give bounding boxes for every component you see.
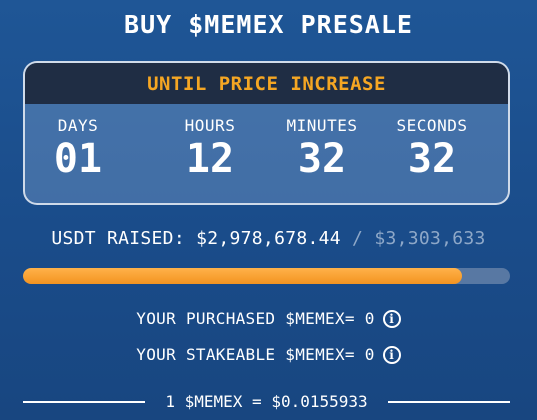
countdown-hours-label: HOURS [184, 116, 236, 135]
divider-left [23, 400, 146, 403]
usdt-raised: USDT RAISED: $2,978,678.44 / $3,303,633 [0, 228, 537, 249]
countdown-days: DAYS 01 [28, 116, 128, 181]
countdown-minutes: MINUTES 32 [272, 116, 372, 181]
stakeable-balance: YOUR STAKEABLE $MEMEX= 0 i [0, 345, 537, 364]
divider-right [387, 400, 511, 403]
presale-progress-fill [23, 268, 463, 284]
countdown-days-label: DAYS [57, 116, 99, 135]
countdown-seconds: SECONDS 32 [382, 116, 482, 181]
presale-widget: BUY $MEMEX PRESALE UNTIL PRICE INCREASE … [0, 0, 537, 420]
countdown-seconds-label: SECONDS [396, 116, 468, 135]
countdown-hours: HOURS 12 [160, 116, 260, 181]
countdown-minutes-label: MINUTES [286, 116, 358, 135]
usdt-raised-label: USDT RAISED: [51, 228, 185, 249]
token-price-row: 1 $MEMEX = $0.0155933 [23, 392, 511, 411]
presale-progress-bar [23, 268, 510, 284]
usdt-raised-amount: $2,978,678.44 [196, 228, 341, 249]
countdown-days-value: 01 [53, 136, 103, 182]
token-price: 1 $MEMEX = $0.0155933 [165, 392, 368, 411]
presale-title: BUY $MEMEX PRESALE [124, 10, 413, 39]
purchased-balance-text: YOUR PURCHASED $MEMEX= 0 [136, 309, 375, 328]
usdt-goal-amount: $3,303,633 [374, 228, 486, 249]
stakeable-balance-text: YOUR STAKEABLE $MEMEX= 0 [136, 345, 375, 364]
countdown-units: DAYS 01 HOURS 12 MINUTES 32 SECONDS 32 [25, 104, 508, 203]
countdown-seconds-value: 32 [407, 136, 457, 182]
info-icon[interactable]: i [382, 309, 401, 328]
countdown-hours-value: 12 [185, 136, 235, 182]
countdown-box: UNTIL PRICE INCREASE DAYS 01 HOURS 12 MI… [23, 61, 510, 205]
purchased-balance: YOUR PURCHASED $MEMEX= 0 i [0, 309, 537, 328]
countdown-minutes-value: 32 [297, 136, 347, 182]
countdown-header: UNTIL PRICE INCREASE [25, 63, 508, 104]
usdt-raised-separator: / [352, 228, 364, 249]
info-icon[interactable]: i [382, 345, 401, 364]
